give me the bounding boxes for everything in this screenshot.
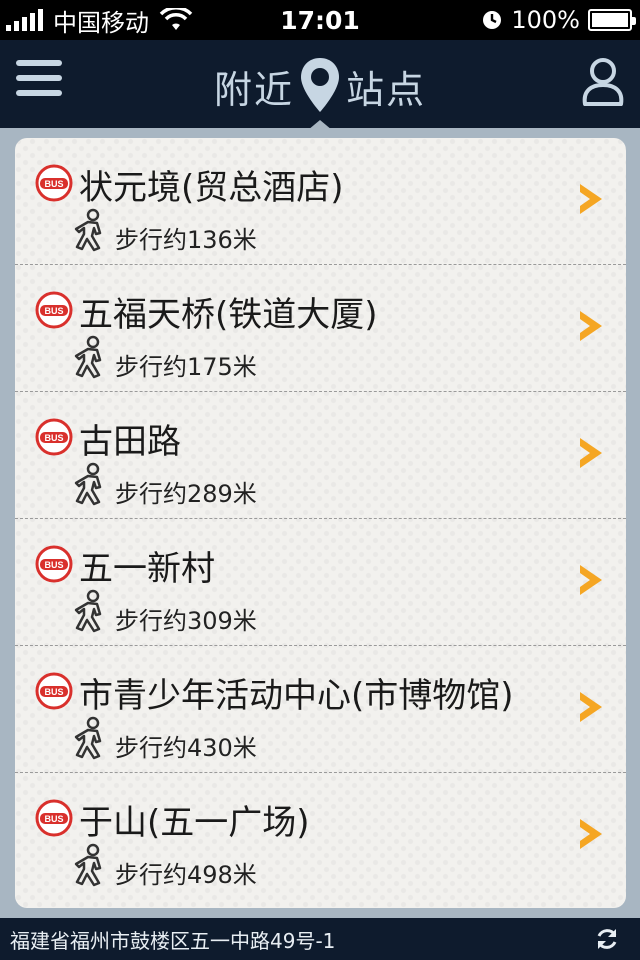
bus-icon: BUS <box>35 545 73 583</box>
walking-icon <box>74 335 102 379</box>
svg-text:BUS: BUS <box>44 433 63 443</box>
stop-row[interactable]: BUS 状元境(贸总酒店) 步行约136米 <box>15 138 626 265</box>
chevron-right-icon <box>580 819 602 849</box>
clock: 17:01 <box>280 5 360 35</box>
chevron-right-icon <box>580 565 602 595</box>
walking-distance: 步行约289米 <box>115 480 257 508</box>
walking-distance: 步行约309米 <box>115 607 257 635</box>
stop-name: 古田路 <box>79 422 181 462</box>
stop-name: 五一新村 <box>79 549 215 589</box>
location-pin-icon <box>301 58 339 112</box>
nearby-stops-list: BUS 状元境(贸总酒店) 步行约136米 BUS 五福天桥(铁道大厦) 步行约… <box>15 138 626 908</box>
walking-icon <box>74 208 102 252</box>
walking-distance: 步行约498米 <box>115 861 257 889</box>
chevron-right-icon <box>580 311 602 341</box>
user-icon[interactable] <box>580 56 626 108</box>
location-footer: 福建省福州市鼓楼区五一中路49号-1 <box>0 918 640 960</box>
title-left: 附近 <box>213 67 294 112</box>
svg-text:BUS: BUS <box>44 179 63 189</box>
stop-row[interactable]: BUS 于山(五一广场) 步行约498米 <box>15 773 626 900</box>
stop-name: 五福天桥(铁道大厦) <box>79 295 378 335</box>
stop-row[interactable]: BUS 五福天桥(铁道大厦) 步行约175米 <box>15 265 626 392</box>
svg-text:BUS: BUS <box>44 687 63 697</box>
svg-text:BUS: BUS <box>44 306 63 316</box>
nav-pointer <box>308 120 332 130</box>
bus-icon: BUS <box>35 291 73 329</box>
walking-distance: 步行约136米 <box>115 226 257 254</box>
walking-icon <box>74 462 102 506</box>
walking-icon <box>74 589 102 633</box>
walking-distance: 步行约430米 <box>115 734 257 762</box>
svg-text:BUS: BUS <box>44 814 63 824</box>
bus-icon: BUS <box>35 799 73 837</box>
stop-row[interactable]: BUS 古田路 步行约289米 <box>15 392 626 519</box>
chevron-right-icon <box>580 438 602 468</box>
chevron-right-icon <box>580 692 602 722</box>
walking-distance: 步行约175米 <box>115 353 257 381</box>
stop-name: 状元境(贸总酒店) <box>79 168 344 208</box>
current-address: 福建省福州市鼓楼区五一中路49号-1 <box>10 928 336 953</box>
stop-row[interactable]: BUS 五一新村 步行约309米 <box>15 519 626 646</box>
bus-icon: BUS <box>35 164 73 202</box>
refresh-icon[interactable] <box>594 926 620 952</box>
title-right: 站点 <box>346 67 427 112</box>
battery-icon <box>588 9 636 31</box>
walking-icon <box>74 843 102 887</box>
nav-bar: 附近 站点 <box>0 40 640 130</box>
stop-row[interactable]: BUS 市青少年活动中心(市博物馆) 步行约430米 <box>15 646 626 773</box>
bus-icon: BUS <box>35 672 73 710</box>
svg-text:BUS: BUS <box>44 560 63 570</box>
bus-icon: BUS <box>35 418 73 456</box>
stop-name: 市青少年活动中心(市博物馆) <box>79 676 514 716</box>
page-title: 附近 站点 <box>0 56 640 116</box>
chevron-right-icon <box>580 184 602 214</box>
walking-icon <box>74 716 102 760</box>
status-bar: 中国移动 17:01 100% <box>0 0 640 40</box>
stop-name: 于山(五一广场) <box>79 803 310 843</box>
